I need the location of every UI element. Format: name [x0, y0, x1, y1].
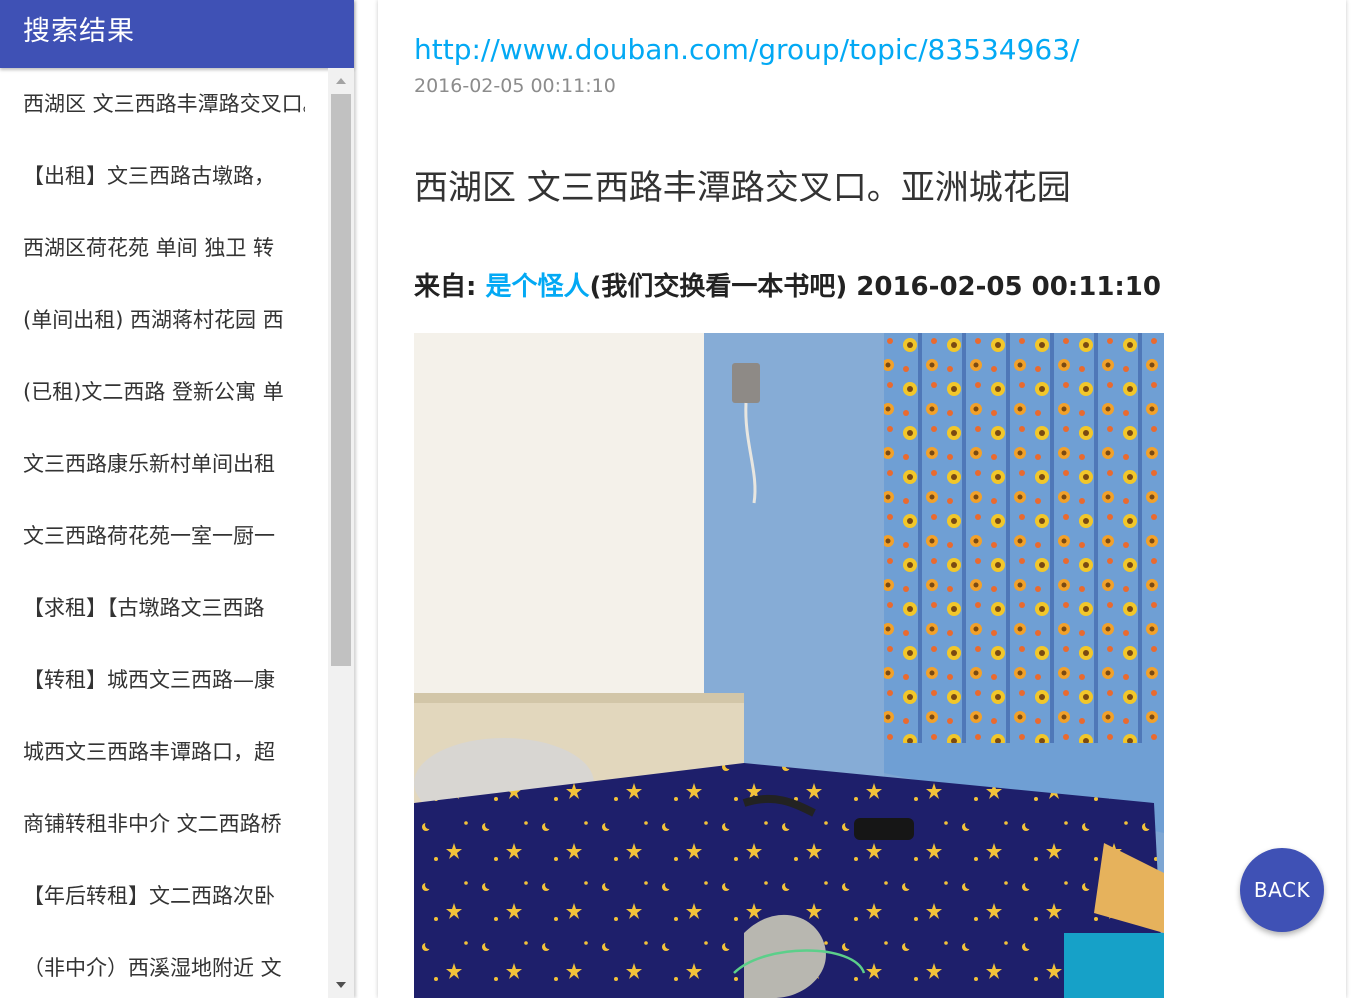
- list-item-label: 文三西路康乐新村单间出租: [23, 452, 275, 476]
- author-link[interactable]: 是个怪人: [485, 272, 589, 302]
- list-item[interactable]: 文三西路荷花苑一室一厨一: [0, 500, 328, 572]
- room-photo: [414, 333, 1164, 998]
- scroll-down-arrow-icon[interactable]: [328, 972, 354, 998]
- list-item[interactable]: 城西文三西路丰谭路口，超: [0, 716, 328, 788]
- list-item-label: (单间出租) 西湖蒋村花园 西: [23, 308, 284, 332]
- sidebar-title: 搜索结果: [23, 16, 135, 47]
- byline-suffix: (我们交换看一本书吧) 2016-02-05 00:11:10: [589, 272, 1161, 302]
- scroll-up-arrow-icon[interactable]: [328, 68, 354, 94]
- post-detail-panel: http://www.douban.com/group/topic/835349…: [378, 0, 1346, 998]
- post-timestamp: 2016-02-05 00:11:10: [414, 75, 616, 97]
- list-item[interactable]: （非中介）西溪湿地附近 文: [0, 932, 328, 998]
- list-item[interactable]: (单间出租) 西湖蒋村花园 西: [0, 284, 328, 356]
- list-item-label: 【出租】文三西路古墩路，: [23, 164, 275, 188]
- list-item[interactable]: 【出租】文三西路古墩路，: [0, 140, 328, 212]
- sidebar-scrollbar[interactable]: [328, 68, 354, 998]
- list-item-label: 城西文三西路丰谭路口，超: [23, 740, 275, 764]
- search-results-sidebar: 搜索结果 西湖区 文三西路丰潭路交叉口。亚洲城花园 【出租】文三西路古墩路， 西…: [0, 0, 354, 998]
- results-list: 西湖区 文三西路丰潭路交叉口。亚洲城花园 【出租】文三西路古墩路， 西湖区荷花苑…: [0, 68, 328, 998]
- sidebar-header: 搜索结果: [0, 0, 354, 68]
- post-byline: 来自: 是个怪人(我们交换看一本书吧) 2016-02-05 00:11:10: [414, 270, 1161, 304]
- topic-url-link[interactable]: http://www.douban.com/group/topic/835349…: [414, 32, 1079, 68]
- list-item[interactable]: 【年后转租】文二西路次卧: [0, 860, 328, 932]
- list-item[interactable]: 西湖区荷花苑 单间 独卫 转: [0, 212, 328, 284]
- scrollbar-thumb[interactable]: [331, 94, 351, 666]
- list-item[interactable]: 【求租】【古墩路文三西路: [0, 572, 328, 644]
- list-item-label: 西湖区 文三西路丰潭路交叉口。亚洲城花园: [23, 92, 305, 116]
- list-item[interactable]: 文三西路康乐新村单间出租: [0, 428, 328, 500]
- back-button[interactable]: BACK: [1240, 848, 1324, 932]
- byline-prefix: 来自:: [414, 272, 486, 302]
- list-item[interactable]: (已租)文二西路 登新公寓 单: [0, 356, 328, 428]
- list-item-label: 【年后转租】文二西路次卧: [23, 884, 275, 908]
- list-item-label: 西湖区荷花苑 单间 独卫 转: [23, 236, 275, 260]
- list-item-label: (已租)文二西路 登新公寓 单: [23, 380, 284, 404]
- list-item[interactable]: 西湖区 文三西路丰潭路交叉口。亚洲城花园: [0, 68, 328, 140]
- list-item-label: 【求租】【古墩路文三西路: [23, 596, 265, 620]
- list-item-label: 文三西路荷花苑一室一厨一: [23, 524, 275, 548]
- list-item[interactable]: 商铺转租非中介 文二西路桥: [0, 788, 328, 860]
- post-title: 西湖区 文三西路丰潭路交叉口。亚洲城花园: [414, 168, 1071, 208]
- list-item-label: 商铺转租非中介 文二西路桥: [23, 812, 282, 836]
- list-item-label: 【转租】城西文三西路—康: [23, 668, 275, 692]
- list-item[interactable]: 【转租】城西文三西路—康: [0, 644, 328, 716]
- list-item-label: （非中介）西溪湿地附近 文: [23, 956, 282, 980]
